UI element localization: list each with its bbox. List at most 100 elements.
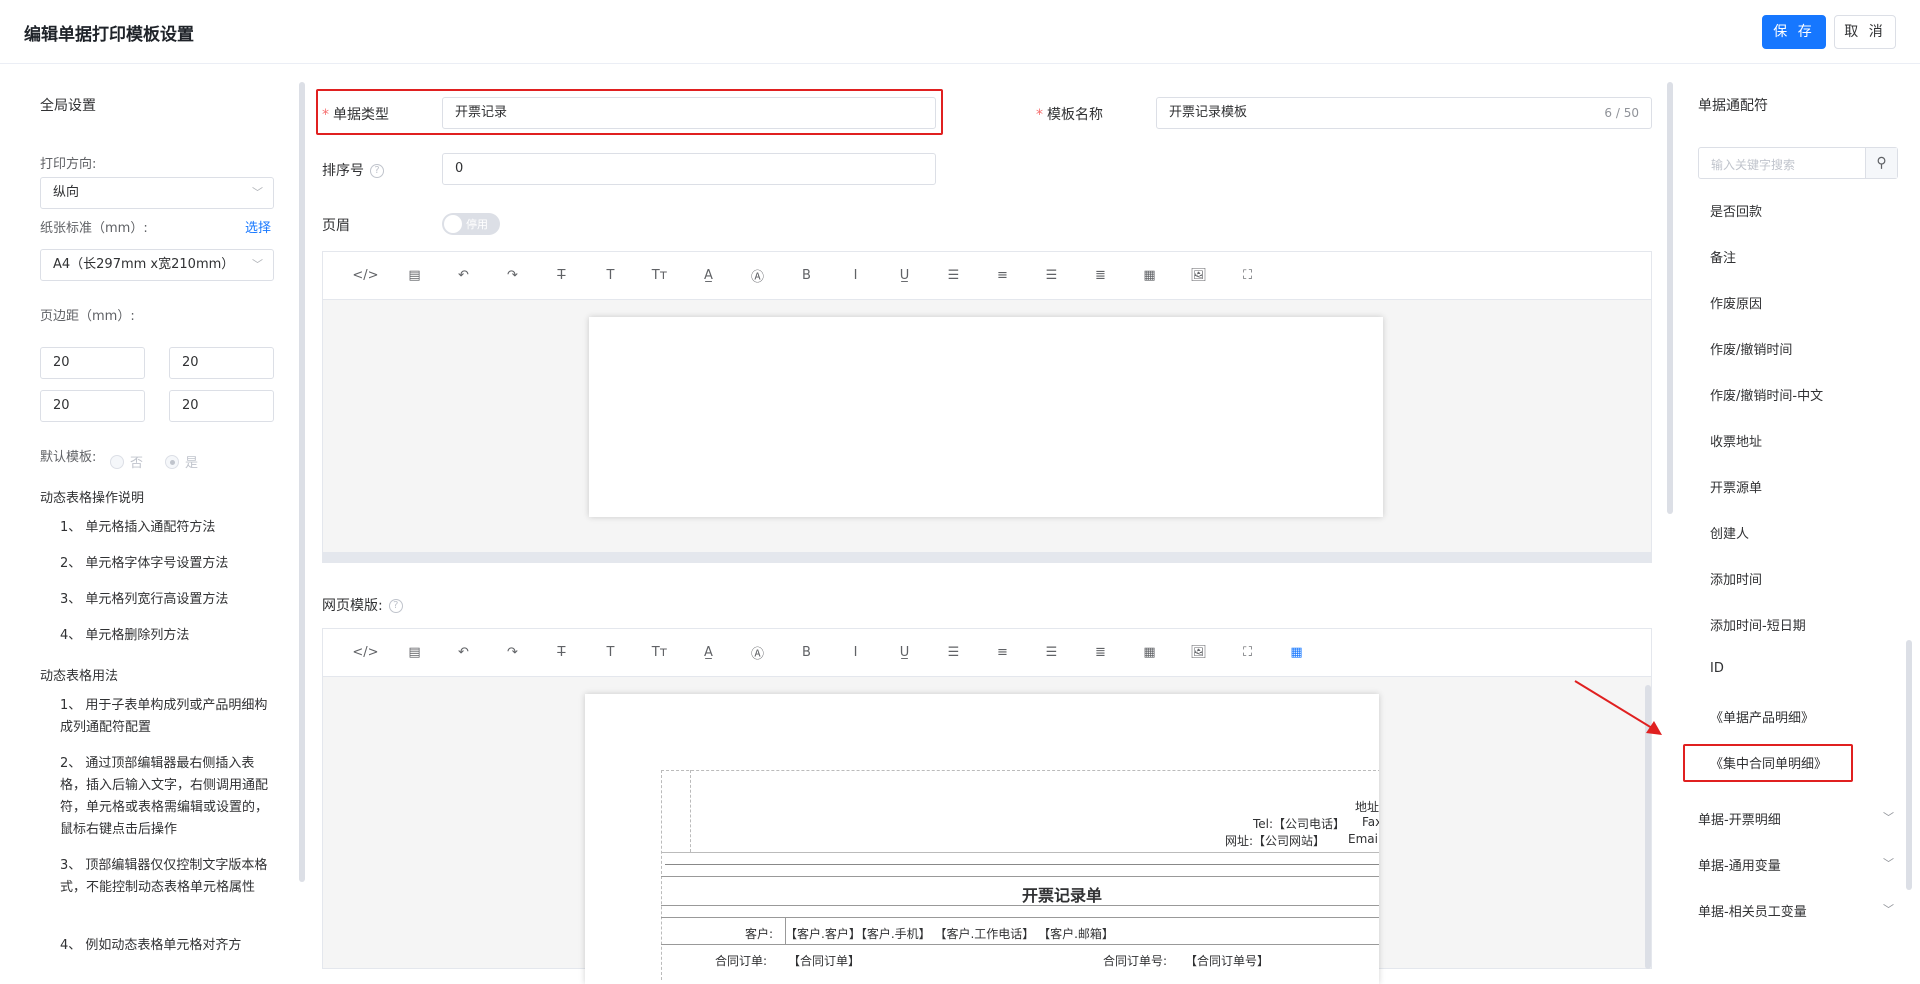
bg-color-icon[interactable]: Ⓐ [733, 643, 782, 662]
char-count: 6 / 50 [1604, 106, 1639, 120]
image-icon[interactable]: 🖼 [1174, 268, 1223, 283]
search-icon[interactable]: ⚲ [1865, 148, 1897, 178]
template-name-value: 开票记录模板 [1169, 105, 1248, 120]
margin-top-input[interactable]: 20 [40, 347, 145, 379]
justify-icon[interactable]: ≣ [1076, 645, 1125, 660]
image-icon[interactable]: 🖼 [1174, 645, 1223, 660]
paper-select[interactable]: A4（长297mm x宽210mm） ﹀ [40, 249, 274, 281]
help-ops-item[interactable]: 1、 单元格插入通配符方法 [60, 517, 275, 539]
default-yes-radio[interactable]: 是 [165, 452, 198, 471]
wildcard-item[interactable]: 开票源单 [1710, 477, 1762, 496]
redo-icon[interactable]: ↷ [488, 645, 537, 660]
orientation-value: 纵向 [53, 185, 80, 200]
wildcard-item[interactable]: 作废/撤销时间-中文 [1710, 385, 1823, 404]
header-page-canvas[interactable] [589, 317, 1383, 517]
fullscreen-icon[interactable]: ⛶ [1223, 268, 1272, 283]
search-placeholder: 输入关键字搜索 [1711, 158, 1796, 172]
default-no-radio[interactable]: 否 [110, 452, 143, 471]
paper-select-link[interactable]: 选择 [245, 217, 271, 236]
redo-icon[interactable]: ↷ [488, 268, 537, 283]
strikethrough-icon[interactable]: T̶ [537, 268, 586, 283]
help-ops-item[interactable]: 3、 单元格列宽行高设置方法 [60, 589, 275, 611]
save-button[interactable]: 保 存 [1762, 15, 1826, 49]
font-size-icon[interactable]: Tт [635, 645, 684, 660]
font-size-icon[interactable]: Tт [635, 268, 684, 283]
main-scrollbar[interactable] [1667, 82, 1673, 514]
help-icon: ? [388, 599, 403, 613]
wildcard-item[interactable]: 《集中合同单明细》 [1710, 753, 1827, 772]
undo-icon[interactable]: ↶ [439, 268, 488, 283]
wildcard-item[interactable]: 添加时间 [1710, 569, 1762, 588]
help-ops-item[interactable]: 2、 单元格字体字号设置方法 [60, 553, 275, 575]
wildcard-item[interactable]: ID [1710, 661, 1724, 676]
wildcard-group[interactable]: 单据-相关员工变量 ﹀ [1698, 901, 1894, 920]
align-left-icon[interactable]: ☰ [929, 268, 978, 283]
orientation-label: 打印方向: [40, 157, 97, 172]
margin-right-input[interactable]: 20 [169, 390, 274, 422]
help-usage-item: 3、 顶部编辑器仅仅控制文字版本格式，不能控制动态表格单元格属性 [60, 858, 268, 895]
wildcard-item[interactable]: 添加时间-短日期 [1710, 615, 1806, 634]
wildcard-item[interactable]: 作废/撤销时间 [1710, 339, 1792, 358]
template-icon[interactable]: ▤ [390, 268, 439, 283]
code-icon[interactable]: </> [341, 268, 390, 283]
cancel-button[interactable]: 取 消 [1834, 15, 1896, 49]
align-center-icon[interactable]: ≡ [978, 645, 1027, 660]
group-label: 单据-相关员工变量 [1698, 905, 1807, 920]
table-icon[interactable]: ▦ [1125, 268, 1174, 283]
font-color-icon[interactable]: A̲ [684, 645, 733, 660]
justify-icon[interactable]: ≣ [1076, 268, 1125, 283]
sort-input[interactable]: 0 [442, 153, 936, 185]
font-color-icon[interactable]: A̲ [684, 268, 733, 283]
wildcard-item[interactable]: 作废原因 [1710, 293, 1762, 312]
header-toggle[interactable]: 停用 [442, 213, 500, 235]
doc-customer-label: 客户: [745, 927, 774, 941]
template-icon[interactable]: ▤ [390, 645, 439, 660]
template-name-label: * 模板名称 [1036, 107, 1103, 123]
chevron-down-icon: ﹀ [1883, 903, 1894, 916]
help-usage-item: 4、 例如动态表格单元格对齐方 [60, 938, 242, 953]
wildcard-item[interactable]: 是否回款 [1710, 201, 1762, 220]
margin-label: 页边距（mm）: [40, 309, 135, 324]
doc-contract-no-label: 合同订单号: [1103, 954, 1168, 968]
web-page-canvas[interactable]: 地址 Tel:【公司电话】 Fax 网址:【公司网站】 Email: 开票记录单… [585, 694, 1379, 984]
wildcard-item[interactable]: 收票地址 [1710, 431, 1762, 450]
radio-circle-icon [110, 454, 124, 469]
align-right-icon[interactable]: ☰ [1027, 645, 1076, 660]
italic-icon[interactable]: I [831, 645, 880, 660]
fullscreen-icon[interactable]: ⛶ [1223, 645, 1272, 660]
undo-icon[interactable]: ↶ [439, 645, 488, 660]
table-icon[interactable]: ▦ [1125, 645, 1174, 660]
margin-left-input[interactable]: 20 [40, 390, 145, 422]
margin-bottom-input[interactable]: 20 [169, 347, 274, 379]
insert-table-icon[interactable]: ▦ [1272, 645, 1321, 660]
bg-color-icon[interactable]: Ⓐ [733, 266, 782, 285]
left-scrollbar[interactable] [299, 82, 305, 882]
right-scrollbar[interactable] [1906, 640, 1912, 890]
italic-icon[interactable]: I [831, 268, 880, 283]
help-usage-item: 1、 用于子表单构成列或产品明细构成列通配符配置 [60, 698, 268, 735]
doc-divider [661, 852, 1379, 853]
help-ops-item[interactable]: 4、 单元格删除列方法 [60, 625, 275, 647]
wildcard-search[interactable]: 输入关键字搜索 ⚲ [1698, 147, 1898, 179]
wildcard-group[interactable]: 单据-通用变量 ﹀ [1698, 855, 1894, 874]
underline-icon[interactable]: U̲ [880, 268, 929, 283]
bold-icon[interactable]: B [782, 268, 831, 283]
align-right-icon[interactable]: ☰ [1027, 268, 1076, 283]
wildcard-item[interactable]: 创建人 [1710, 523, 1749, 542]
wildcard-item[interactable]: 备注 [1710, 247, 1736, 266]
default-template-label: 默认模板: [40, 450, 97, 465]
align-center-icon[interactable]: ≡ [978, 268, 1027, 283]
font-icon[interactable]: T [586, 645, 635, 660]
bold-icon[interactable]: B [782, 645, 831, 660]
font-icon[interactable]: T [586, 268, 635, 283]
wildcard-item[interactable]: 《单据产品明细》 [1710, 707, 1814, 726]
underline-icon[interactable]: U̲ [880, 645, 929, 660]
editor-hscrollbar[interactable] [323, 552, 1651, 562]
doc-contract-no-value: 【合同订单号】 [1185, 954, 1270, 968]
template-name-input[interactable]: 开票记录模板 6 / 50 [1156, 97, 1652, 129]
code-icon[interactable]: </> [341, 645, 390, 660]
orientation-select[interactable]: 纵向 ﹀ [40, 177, 274, 209]
wildcard-group[interactable]: 单据-开票明细 ﹀ [1698, 809, 1894, 828]
align-left-icon[interactable]: ☰ [929, 645, 978, 660]
strikethrough-icon[interactable]: T̶ [537, 645, 586, 660]
